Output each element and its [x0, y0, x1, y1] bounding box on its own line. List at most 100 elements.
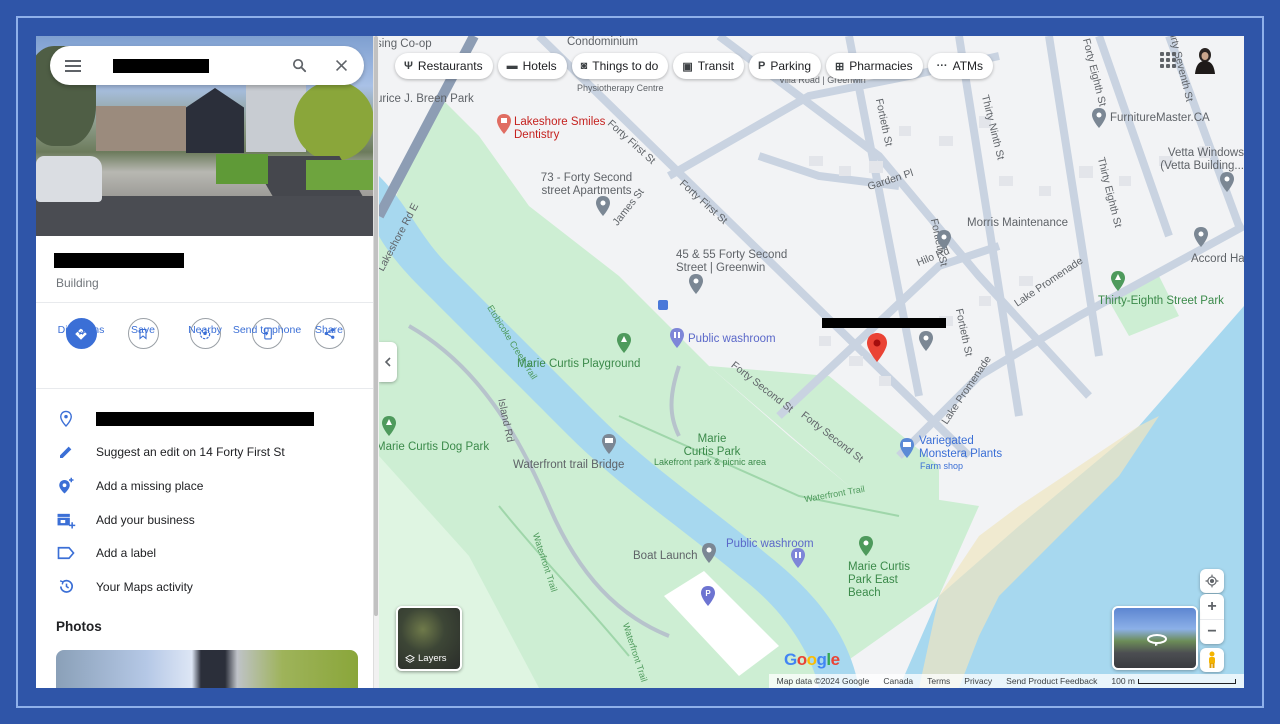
scale-bar: [1138, 678, 1236, 684]
svg-text:P: P: [705, 589, 711, 598]
search-query-redacted[interactable]: [113, 58, 209, 73]
farm-shop-pin-icon[interactable]: [899, 438, 915, 458]
vetta-pin-icon[interactable]: [1219, 172, 1235, 192]
place-pin-icon[interactable]: [918, 331, 934, 351]
apartments-pin-icon[interactable]: [595, 196, 611, 216]
label-boat-launch[interactable]: Boat Launch: [633, 550, 698, 563]
search-icon[interactable]: [291, 57, 308, 74]
location-pin-icon: [60, 410, 72, 427]
map-canvas[interactable]: sing Co-op Condominium urice J. Breen Pa…: [379, 36, 1244, 688]
washroom-pin-icon[interactable]: [669, 328, 685, 348]
label-public-washroom[interactable]: Public washroom: [688, 333, 776, 346]
label-east-beach[interactable]: Marie Curtis Park East Beach: [848, 561, 918, 600]
dentist-pin-icon[interactable]: [496, 114, 512, 134]
my-location-icon: [1205, 574, 1219, 588]
washroom-2-pin-icon[interactable]: [790, 548, 806, 568]
bridge-pin-icon[interactable]: [601, 434, 617, 454]
maps-activity-row[interactable]: Your Maps activity: [36, 570, 373, 604]
chevron-left-icon: [384, 357, 391, 367]
map-footer: Map data ©2024 Google Canada Terms Priva…: [768, 674, 1244, 688]
transit-stop-icon[interactable]: [658, 300, 668, 310]
label-73-apartments[interactable]: 73 - Forty Second street Apartments: [529, 172, 644, 198]
photos-heading: Photos: [56, 619, 102, 634]
send-feedback-link[interactable]: Send Product Feedback: [1006, 676, 1097, 686]
zoom-controls: + −: [1200, 594, 1224, 644]
suggest-edit-row[interactable]: Suggest an edit on 14 Forty First St: [36, 436, 373, 470]
send-to-phone-button[interactable]: Send to phone: [233, 318, 301, 349]
zoom-in-button[interactable]: +: [1200, 594, 1224, 619]
label-morris-maintenance[interactable]: Morris Maintenance: [967, 217, 1068, 230]
label-lakeshore-smiles[interactable]: Lakeshore Smiles Dentistry: [514, 116, 614, 142]
playground-pin-icon[interactable]: [616, 333, 632, 353]
label-physio[interactable]: Physiotherapy Centre: [577, 82, 664, 95]
label-accord-hart[interactable]: Accord Hart: [1191, 253, 1244, 266]
scale-indicator[interactable]: 100 m: [1111, 676, 1236, 686]
region-link[interactable]: Canada: [883, 676, 913, 686]
chip-atms[interactable]: ··· ATMs: [927, 53, 994, 79]
label-housing-coop[interactable]: sing Co-op: [379, 38, 432, 51]
directions-button[interactable]: Directions: [50, 318, 112, 349]
chip-pharmacies[interactable]: ⊞ Pharmacies: [826, 53, 923, 79]
nearby-button[interactable]: Nearby: [174, 318, 236, 349]
photo-thumbnail[interactable]: [56, 650, 358, 688]
label-icon: [57, 547, 75, 560]
label-monstera-plants[interactable]: Variegated Monstera Plants: [919, 435, 1019, 461]
layers-icon: [405, 654, 415, 663]
terms-link[interactable]: Terms: [927, 676, 950, 686]
label-thirty-eighth-park[interactable]: Thirty-Eighth Street Park: [1098, 295, 1224, 308]
camera-icon: ◙: [580, 60, 588, 72]
label-breen-park[interactable]: urice J. Breen Park: [379, 93, 474, 106]
menu-icon[interactable]: [65, 59, 81, 72]
street-view-thumbnail[interactable]: [1112, 606, 1198, 670]
dog-park-pin-icon[interactable]: [381, 416, 397, 436]
beach-pin-icon[interactable]: [858, 536, 874, 556]
parking-icon: P: [757, 60, 766, 72]
add-missing-place-row[interactable]: Add a missing place: [36, 469, 373, 503]
pegman-button[interactable]: [1200, 648, 1224, 672]
chip-transit[interactable]: ▣ Transit: [673, 53, 744, 79]
label-vetta-windows[interactable]: Vetta Windows (Vetta Building...: [1148, 147, 1244, 173]
search-bar[interactable]: [50, 46, 364, 85]
sidebar-scrollbar-thumb[interactable]: [374, 36, 378, 616]
label-dog-park[interactable]: Marie Curtis Dog Park: [379, 441, 489, 454]
chip-restaurants[interactable]: Ψ Restaurants: [395, 53, 493, 79]
greenwin-pin-icon[interactable]: [688, 274, 704, 294]
google-apps-icon[interactable]: [1160, 52, 1176, 68]
label-playground[interactable]: Marie Curtis Playground: [517, 358, 640, 371]
label-greenwin-4555[interactable]: 45 & 55 Forty Second Street | Greenwin: [676, 249, 806, 275]
layers-button[interactable]: Layers: [396, 606, 462, 671]
account-avatar[interactable]: [1192, 46, 1218, 74]
google-logo: Google: [784, 650, 840, 669]
label-farm-shop: Farm shop: [920, 461, 964, 471]
maps-window: Building Directions Save Nearby Send to …: [36, 36, 1244, 688]
pencil-icon: [60, 447, 72, 459]
label-condominium[interactable]: Condominium: [567, 36, 638, 49]
add-label-row[interactable]: Add a label: [36, 536, 373, 570]
zoom-out-button[interactable]: −: [1200, 619, 1224, 644]
label-furniture-master[interactable]: FurnitureMaster.CA: [1110, 112, 1210, 125]
save-button[interactable]: Save: [112, 318, 174, 349]
collapse-panel-button[interactable]: [379, 342, 397, 382]
share-button[interactable]: Share: [298, 318, 360, 349]
furniture-pin-icon[interactable]: [1091, 108, 1107, 128]
place-panel: Building Directions Save Nearby Send to …: [36, 36, 373, 688]
close-icon[interactable]: [333, 57, 350, 74]
action-buttons: Directions Save Nearby Send to phone Sha…: [50, 318, 360, 349]
address-row[interactable]: [36, 402, 373, 436]
address-redacted: [96, 411, 314, 426]
chip-things-to-do[interactable]: ◙ Things to do: [571, 53, 669, 79]
privacy-link[interactable]: Privacy: [964, 676, 992, 686]
label-trail-bridge[interactable]: Waterfront trail Bridge: [513, 459, 624, 472]
chip-hotels[interactable]: ▬ Hotels: [497, 53, 567, 79]
add-business-row[interactable]: Add your business: [36, 503, 373, 537]
boat-launch-pin-icon[interactable]: [701, 543, 717, 563]
restaurant-icon: Ψ: [404, 60, 413, 72]
pegman-icon: [1209, 651, 1215, 668]
accord-pin-icon[interactable]: [1193, 227, 1209, 247]
my-location-button[interactable]: [1200, 569, 1224, 593]
park-pin-icon[interactable]: [1110, 271, 1126, 291]
selected-place-pin-icon[interactable]: [866, 333, 888, 362]
parking-pin-icon[interactable]: P: [700, 586, 716, 606]
chip-parking[interactable]: P Parking: [748, 53, 821, 79]
transit-icon: ▣: [682, 60, 693, 73]
